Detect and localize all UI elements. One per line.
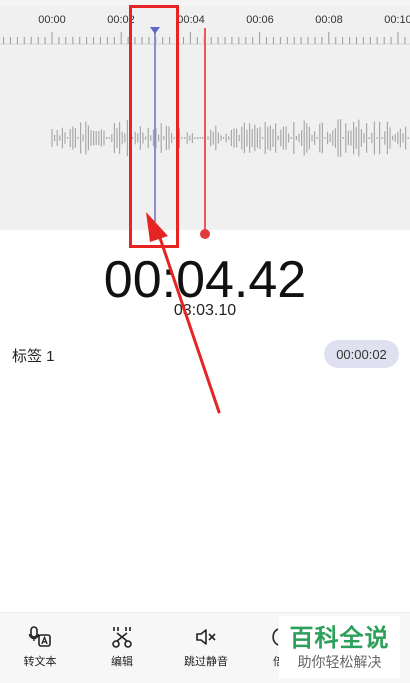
tag-time-badge[interactable]: 00:00:02 — [324, 340, 399, 368]
annotation-highlight-box — [129, 5, 179, 248]
watermark-logo: 百科全说 助你轻松解决 — [279, 616, 400, 678]
transcribe-button[interactable]: 转文本 — [0, 613, 80, 683]
tag-label[interactable]: 标签 1 — [12, 345, 55, 366]
total-duration: 03:03.10 — [173, 302, 237, 319]
edit-label: 编辑 — [111, 656, 133, 668]
tag-marker-line — [204, 28, 206, 234]
edit-button[interactable]: 编辑 — [82, 613, 162, 683]
watermark-subtitle: 助你轻松解决 — [297, 654, 382, 670]
mute-skip-icon — [196, 629, 216, 645]
scissors-icon — [112, 627, 132, 648]
skip-silence-label: 跳过静音 — [184, 656, 228, 668]
watermark-title: 百科全说 — [289, 625, 390, 652]
transcribe-icon — [28, 626, 51, 647]
transcribe-label: 转文本 — [23, 656, 57, 668]
skip-silence-button[interactable]: 跳过静音 — [166, 613, 246, 683]
current-time-display: 00:04.42 — [103, 251, 307, 309]
tag-marker-dot[interactable] — [200, 229, 210, 239]
